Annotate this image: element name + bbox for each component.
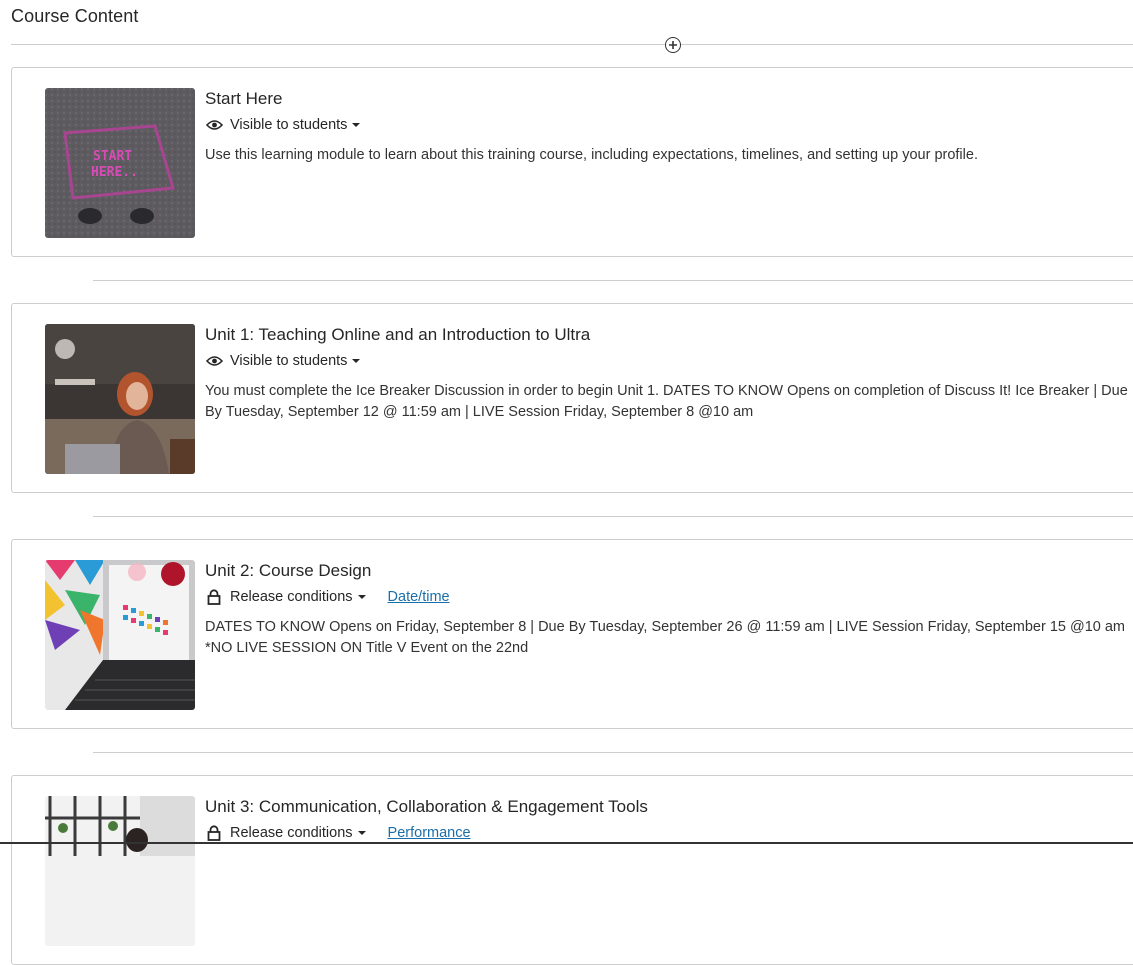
chevron-down-icon: [352, 359, 361, 363]
add-content-button[interactable]: [665, 37, 681, 53]
visibility-label[interactable]: Visible to students: [230, 117, 347, 133]
lock-icon: [205, 589, 223, 605]
svg-text:START: START: [93, 149, 132, 164]
divider: [93, 752, 1133, 753]
visibility-label[interactable]: Visible to students: [230, 353, 347, 369]
content-item-unit-1[interactable]: Unit 1: Teaching Online and an Introduct…: [11, 303, 1133, 493]
content-item-start-here[interactable]: START HERE.. Start Here Visible to stude…: [11, 67, 1133, 257]
chevron-down-icon: [352, 123, 361, 127]
module-thumbnail: [45, 796, 195, 946]
item-title[interactable]: Unit 3: Communication, Collaboration & E…: [205, 797, 648, 817]
chevron-down-icon: [357, 831, 366, 835]
divider: [11, 44, 1133, 45]
plus-icon: [669, 41, 677, 49]
visibility-row[interactable]: Visible to students: [205, 115, 361, 135]
item-description: You must complete the Ice Breaker Discus…: [205, 383, 1128, 420]
item-title[interactable]: Unit 1: Teaching Online and an Introduct…: [205, 325, 590, 345]
performance-link[interactable]: Performance: [388, 825, 471, 841]
release-conditions-label[interactable]: Release conditions: [230, 589, 353, 605]
item-title[interactable]: Unit 2: Course Design: [205, 561, 371, 581]
chevron-down-icon: [357, 595, 366, 599]
release-conditions-row[interactable]: Release conditions Date/time: [205, 587, 450, 607]
divider: [93, 280, 1133, 281]
module-thumbnail: START HERE..: [45, 88, 195, 238]
item-description: Use this learning module to learn about …: [205, 147, 978, 163]
page-title: Course Content: [11, 6, 139, 26]
svg-text:HERE..: HERE..: [91, 165, 138, 180]
date-time-link[interactable]: Date/time: [388, 589, 450, 605]
module-thumbnail: [45, 560, 195, 710]
eye-icon: [205, 353, 223, 369]
item-description: DATES TO KNOW Opens on Friday, September…: [205, 619, 1126, 656]
item-title[interactable]: Start Here: [205, 89, 282, 109]
content-item-unit-2[interactable]: Unit 2: Course Design Release conditions…: [11, 539, 1133, 729]
content-item-unit-3[interactable]: Unit 3: Communication, Collaboration & E…: [11, 775, 1133, 965]
divider: [93, 516, 1133, 517]
eye-icon: [205, 117, 223, 133]
lock-icon: [205, 825, 223, 841]
module-thumbnail: [45, 324, 195, 474]
release-conditions-row[interactable]: Release conditions Performance: [205, 823, 471, 843]
release-conditions-label[interactable]: Release conditions: [230, 825, 353, 841]
visibility-row[interactable]: Visible to students: [205, 351, 361, 371]
